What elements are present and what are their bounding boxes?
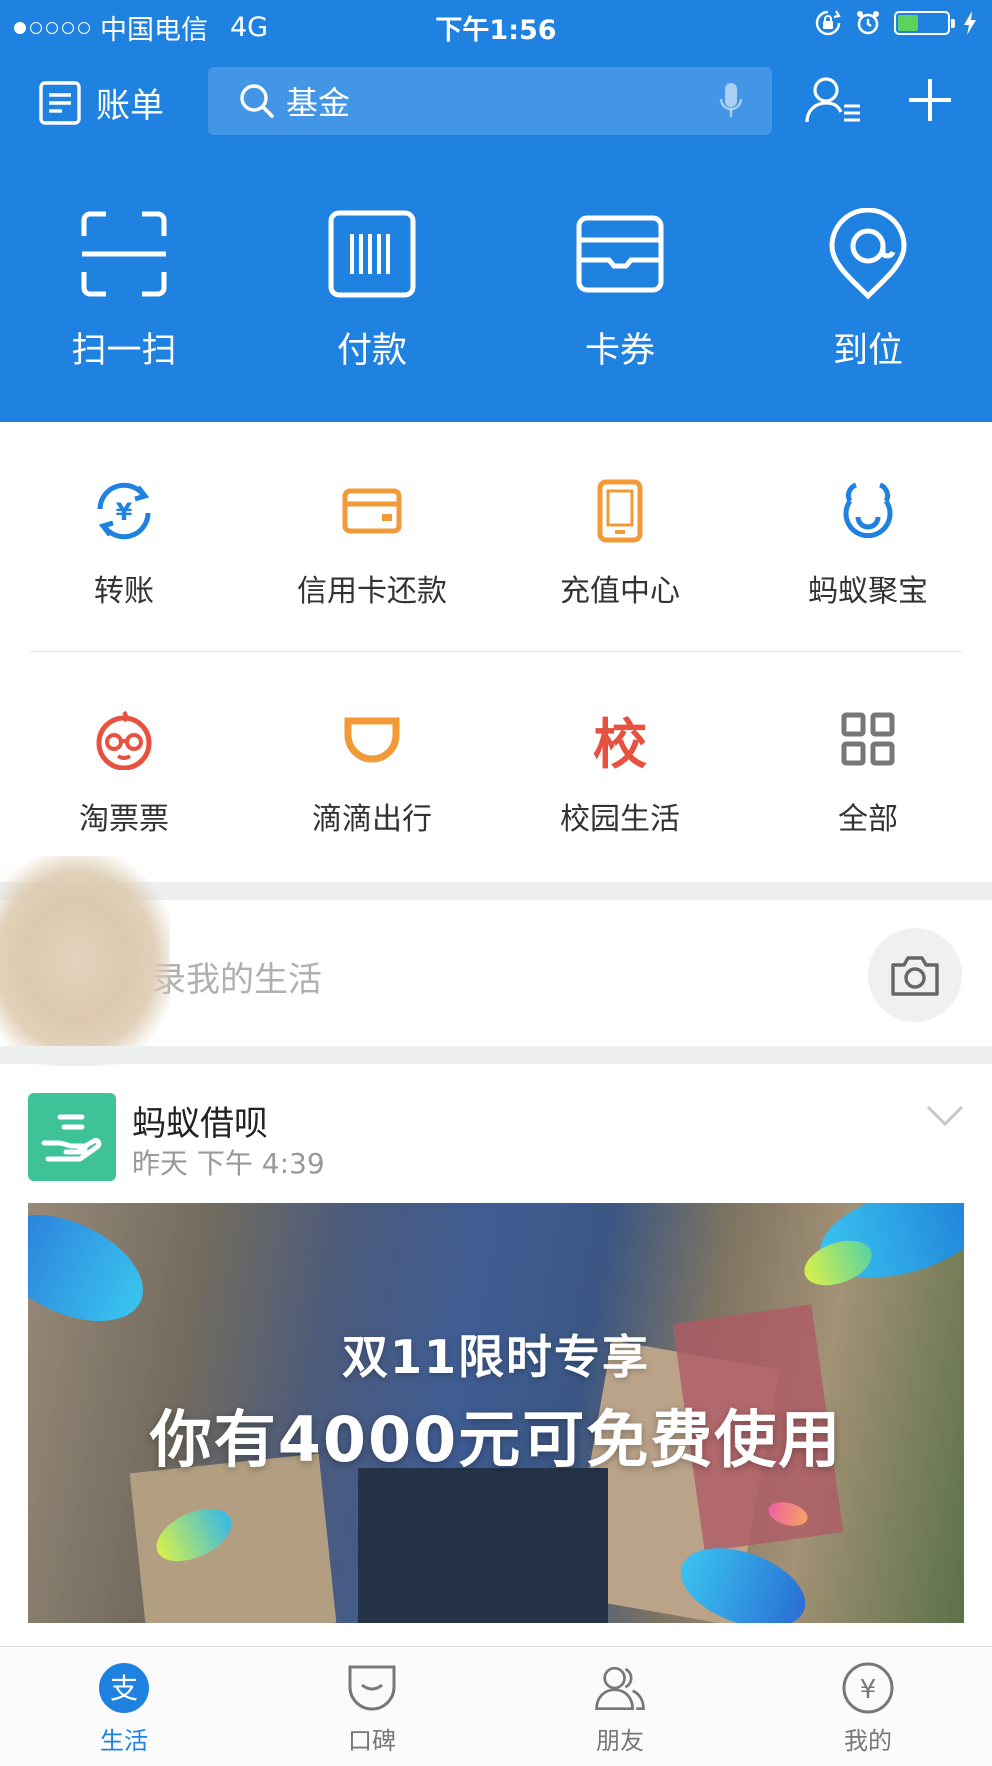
pay-button[interactable]: 付款 <box>248 208 496 373</box>
grid-label: 转账 <box>94 574 154 609</box>
grid-icon-wrap <box>91 706 157 772</box>
campus-icon: 校 <box>593 712 647 776</box>
grid-item-all[interactable]: 全部 <box>744 706 992 838</box>
barcode-icon <box>328 210 416 298</box>
contacts-icon[interactable] <box>804 76 864 126</box>
camera-button[interactable] <box>868 928 962 1022</box>
search-icon <box>240 84 274 118</box>
grid-icon-wrap <box>587 478 653 544</box>
tab-mine[interactable]: ¥ 我的 <box>744 1647 992 1766</box>
scan-button[interactable]: 扫一扫 <box>0 208 248 373</box>
grid-label: 充值中心 <box>560 574 680 609</box>
grid-label: 蚂蚁聚宝 <box>808 574 928 609</box>
grid-icon-wrap <box>339 478 405 544</box>
transfer-icon: ¥ <box>97 482 151 540</box>
charging-icon <box>964 11 976 35</box>
grid-divider <box>30 651 962 652</box>
feed-timestamp: 昨天 下午 4:39 <box>132 1147 325 1180</box>
orientation-lock-icon <box>815 10 841 36</box>
bill-icon <box>39 80 81 125</box>
didi-icon <box>344 717 400 763</box>
service-grid-row-2: 淘票票 滴滴出行 校 校园生活 全部 <box>0 706 992 838</box>
card-wallet-button[interactable]: 卡券 <box>496 208 744 373</box>
promo-banner[interactable]: 双11限时专享 你有4000元可免费使用 <box>28 1203 964 1623</box>
mine-icon: ¥ <box>842 1662 894 1714</box>
chevron-down-icon[interactable] <box>926 1104 964 1128</box>
credit-card-icon <box>342 488 402 534</box>
bill-label: 账单 <box>96 86 164 126</box>
banner-subtitle: 双11限时专享 <box>341 1330 650 1384</box>
grid-item-didi[interactable]: 滴滴出行 <box>248 706 496 838</box>
tab-icon-wrap <box>345 1661 399 1715</box>
grid-icon-wrap <box>835 706 901 772</box>
grid-item-recharge[interactable]: 充值中心 <box>496 478 744 610</box>
quick-actions: 扫一扫 付款 卡券 到位 <box>0 208 992 373</box>
tab-friends[interactable]: 朋友 <box>496 1647 744 1766</box>
bottom-tab-bar: 支 生活 口碑 朋友 ¥ 我的 <box>0 1646 992 1766</box>
tab-label: 口碑 <box>348 1727 396 1755</box>
tab-icon-wrap: 支 <box>97 1661 151 1715</box>
top-toolbar: 账单 基金 <box>0 62 992 136</box>
grid-label: 全部 <box>838 802 898 837</box>
svg-text:¥: ¥ <box>116 498 133 526</box>
tab-label: 朋友 <box>596 1727 644 1755</box>
svg-text:¥: ¥ <box>860 1675 877 1705</box>
microphone-icon[interactable] <box>718 81 744 121</box>
grid-label: 校园生活 <box>560 802 680 837</box>
jiebei-hand-icon <box>41 1114 102 1162</box>
grid-item-credit-card[interactable]: 信用卡还款 <box>248 478 496 610</box>
feed-card-header[interactable]: 蚂蚁借呗 昨天 下午 4:39 <box>0 1060 992 1181</box>
grid-label: 淘票票 <box>79 802 169 837</box>
friends-icon <box>595 1666 645 1711</box>
scan-icon <box>81 211 167 297</box>
status-right <box>814 9 978 37</box>
feed-title: 蚂蚁借呗 <box>132 1104 268 1144</box>
bill-button[interactable]: 账单 <box>38 78 164 127</box>
arrive-label: 到位 <box>832 331 903 371</box>
grid-item-ant-fortune[interactable]: 蚂蚁聚宝 <box>744 478 992 610</box>
grid-icon-wrap <box>835 478 901 544</box>
tab-icon-wrap: ¥ <box>841 1661 895 1715</box>
alarm-icon <box>857 11 879 35</box>
service-grid-row-1: ¥ 转账 信用卡还款 充值中心 蚂蚁聚宝 <box>0 478 992 610</box>
all-grid-icon <box>841 712 895 766</box>
tab-koubei[interactable]: 口碑 <box>248 1647 496 1766</box>
phone-icon <box>597 479 643 543</box>
scan-label: 扫一扫 <box>71 331 177 371</box>
tab-label: 生活 <box>100 1727 148 1755</box>
ant-fortune-icon <box>843 482 893 539</box>
tab-icon-wrap <box>593 1661 647 1715</box>
status-bar: 中国电信 4G 下午1:56 <box>0 0 992 50</box>
jiebei-avatar <box>28 1093 116 1181</box>
taopiaopiao-icon <box>96 710 152 770</box>
card-wallet-label: 卡券 <box>584 331 655 371</box>
search-placeholder: 基金 <box>286 84 351 122</box>
tab-label: 我的 <box>844 1727 892 1755</box>
koubei-icon <box>348 1665 396 1711</box>
header-panel: 中国电信 4G 下午1:56 账单 基金 扫一扫 付款 卡券 到位 <box>0 0 992 422</box>
camera-icon <box>891 956 939 996</box>
location-pin-icon <box>829 208 907 300</box>
record-life-placeholder: 录我的生活 <box>152 960 322 1000</box>
image-smudge <box>0 856 170 1066</box>
svg-text:支: 支 <box>110 1672 138 1705</box>
grid-icon-wrap <box>339 706 405 772</box>
card-wallet-icon <box>576 215 664 293</box>
tab-life[interactable]: 支 生活 <box>0 1647 248 1766</box>
grid-item-campus[interactable]: 校 校园生活 <box>496 706 744 838</box>
grid-icon-wrap: ¥ <box>91 478 157 544</box>
grid-item-transfer[interactable]: ¥ 转账 <box>0 478 248 610</box>
pay-label: 付款 <box>336 331 407 371</box>
search-input[interactable]: 基金 <box>208 67 772 135</box>
add-icon[interactable] <box>906 76 954 124</box>
grid-label: 滴滴出行 <box>312 802 432 837</box>
arrive-button[interactable]: 到位 <box>744 208 992 373</box>
grid-item-taopiaopiao[interactable]: 淘票票 <box>0 706 248 838</box>
grid-label: 信用卡还款 <box>297 574 447 609</box>
life-icon: 支 <box>99 1663 149 1713</box>
battery-icon <box>894 11 955 35</box>
banner-headline: 你有4000元可免费使用 <box>149 1403 843 1476</box>
